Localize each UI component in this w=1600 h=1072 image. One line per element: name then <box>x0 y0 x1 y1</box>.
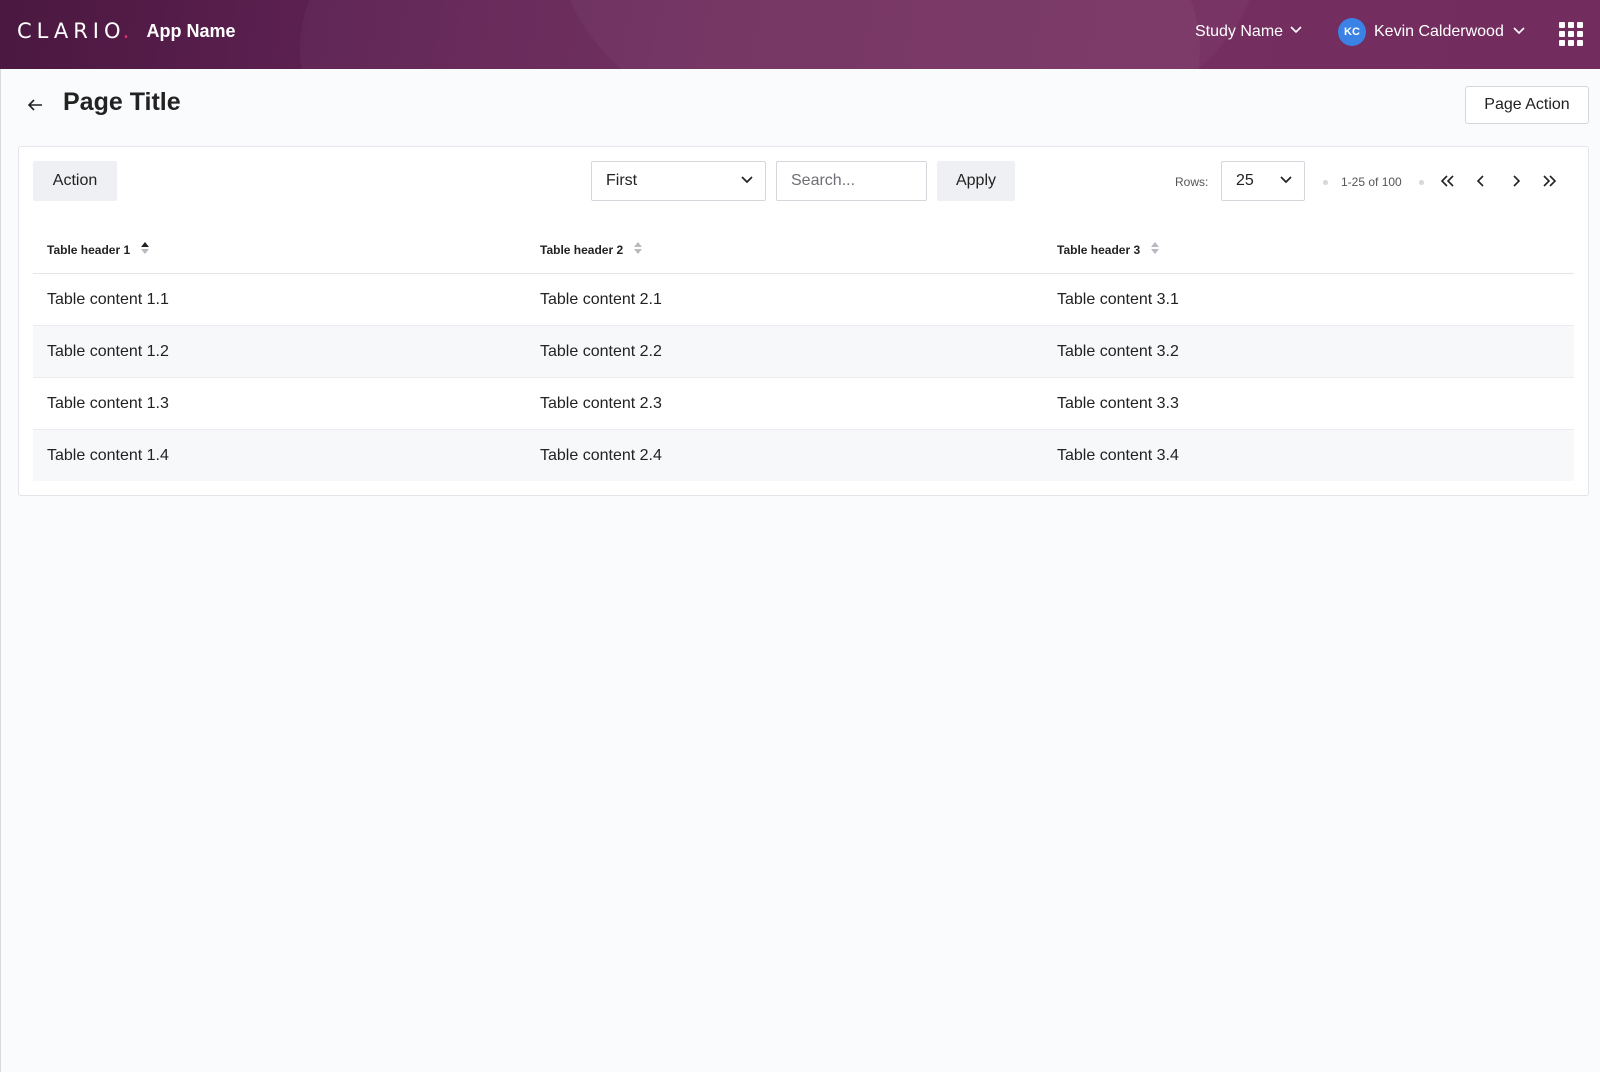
table-cell: Table content 2.1 <box>540 290 662 308</box>
previous-page-icon[interactable] <box>1469 169 1493 193</box>
last-page-icon[interactable] <box>1538 169 1562 193</box>
back-arrow-icon[interactable] <box>24 94 46 116</box>
table-row[interactable]: Table content 1.3 Table content 2.3 Tabl… <box>33 378 1574 430</box>
brand[interactable]: CLARIO. App Name <box>17 19 236 44</box>
filter-select-value: First <box>606 172 638 189</box>
separator-dot <box>1419 180 1424 185</box>
window-left-edge <box>0 0 1 1072</box>
clario-logo: CLARIO. <box>17 19 135 44</box>
table-cell: Table content 3.1 <box>1057 290 1179 308</box>
sort-ascending-icon[interactable] <box>140 241 150 258</box>
table-card: Action First Apply Rows: 25 1-25 of 100 … <box>18 146 1589 496</box>
table-row[interactable]: Table content 1.2 Table content 2.2 Tabl… <box>33 326 1574 378</box>
chevron-down-icon <box>1278 171 1294 192</box>
data-table: Table header 1 Table header 2 Table head… <box>33 226 1574 481</box>
chevron-down-icon <box>1512 23 1526 42</box>
page-title: Page Title <box>63 88 181 116</box>
rows-per-page-value: 25 <box>1236 172 1254 189</box>
rows-label: Rows: <box>1175 175 1209 189</box>
avatar: KC <box>1338 18 1366 46</box>
table-cell: Table content 2.2 <box>540 342 662 360</box>
separator-dot <box>1323 180 1328 185</box>
filter-select[interactable]: First <box>591 161 766 201</box>
sort-icon[interactable] <box>633 241 643 258</box>
table-row[interactable]: Table content 1.1 Table content 2.1 Tabl… <box>33 274 1574 326</box>
user-name: Kevin Calderwood <box>1374 23 1504 40</box>
app-name: App Name <box>146 21 236 41</box>
rows-per-page-select[interactable]: 25 <box>1221 161 1305 201</box>
table-cell: Table content 2.3 <box>540 394 662 412</box>
chevron-down-icon <box>739 171 755 192</box>
table-header-1[interactable]: Table header 1 <box>33 241 540 258</box>
app-launcher-grid-icon[interactable] <box>1559 22 1583 46</box>
table-cell: Table content 1.3 <box>47 394 169 412</box>
table-cell: Table content 3.3 <box>1057 394 1179 412</box>
table-cell: Table content 1.1 <box>47 290 169 308</box>
table-cell: Table content 2.4 <box>540 446 662 464</box>
header-decoration <box>560 0 1260 69</box>
table-header-3[interactable]: Table header 3 <box>1057 241 1574 258</box>
search-input[interactable] <box>776 161 927 201</box>
action-button[interactable]: Action <box>33 161 117 201</box>
page-action-button[interactable]: Page Action <box>1465 86 1589 124</box>
study-name: Study Name <box>1195 22 1284 40</box>
pagination-range: 1-25 of 100 <box>1341 175 1402 189</box>
chevron-down-icon <box>1289 22 1303 41</box>
apply-button[interactable]: Apply <box>937 161 1015 201</box>
next-page-icon[interactable] <box>1504 169 1528 193</box>
user-menu[interactable]: KC Kevin Calderwood <box>1338 18 1526 46</box>
first-page-icon[interactable] <box>1435 169 1459 193</box>
table-header-2[interactable]: Table header 2 <box>540 241 1057 258</box>
table-header-row: Table header 1 Table header 2 Table head… <box>33 226 1574 274</box>
table-row[interactable]: Table content 1.4 Table content 2.4 Tabl… <box>33 430 1574 481</box>
table-cell: Table content 3.2 <box>1057 342 1179 360</box>
table-cell: Table content 3.4 <box>1057 446 1179 464</box>
app-header: CLARIO. App Name Study Name KC Kevin Cal… <box>0 0 1600 69</box>
table-cell: Table content 1.2 <box>47 342 169 360</box>
study-selector[interactable]: Study Name <box>1195 22 1303 41</box>
table-cell: Table content 1.4 <box>47 446 169 464</box>
sort-icon[interactable] <box>1150 241 1160 258</box>
